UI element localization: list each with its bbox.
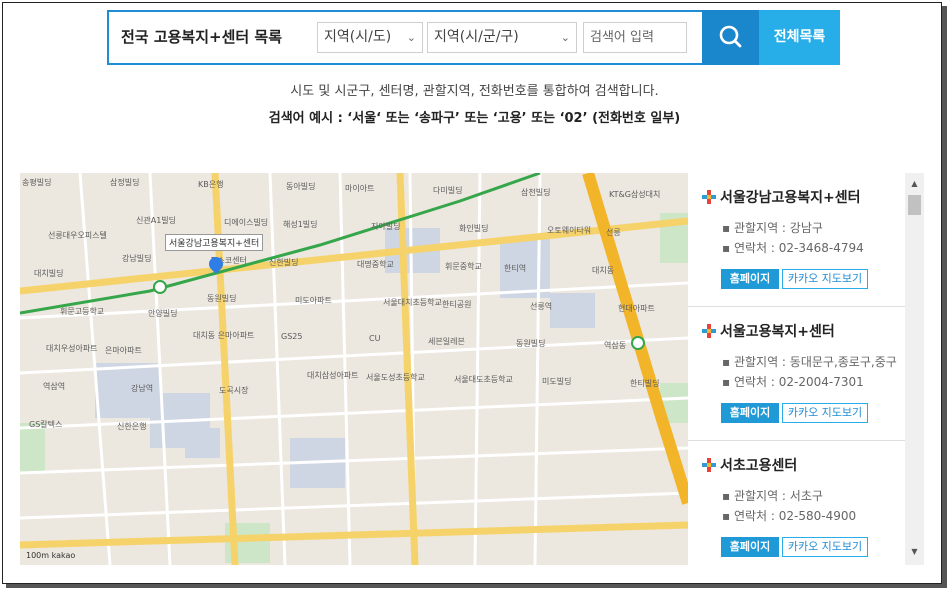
- search-example: 검색어 예시 : ‘서울‘ 또는 ‘송파구’ 또는 ‘고용’ 또는 ‘02’ (…: [268, 111, 681, 126]
- search-icon: [719, 25, 742, 48]
- center-name: 서초고용센터: [720, 458, 798, 474]
- map-label: 삼천빌딩: [521, 188, 551, 197]
- list-item: 서울고용복지+센터 ▪ 관할지역 : 동대문구,종로구,중구 ▪ 연락처 : 0…: [688, 307, 906, 441]
- frame-shadow: [6, 584, 947, 588]
- map-label: 휘문중학교: [445, 261, 482, 271]
- map-label: 마이아트: [345, 184, 375, 193]
- map-label: 신한빌딩: [269, 257, 299, 267]
- map-label: 서울대치초등학교: [383, 297, 442, 307]
- map-label: 은마아파트: [105, 346, 142, 356]
- map-label: 해성1빌딩: [283, 219, 318, 229]
- chevron-down-icon: ⌄: [560, 31, 570, 44]
- map-label: 오토웨이타워: [547, 225, 592, 235]
- map-label: 도곡시장: [219, 386, 249, 396]
- map-label: 동원빌딩: [516, 339, 546, 349]
- map-label: 역삼동: [604, 341, 627, 351]
- kakao-map-button[interactable]: 카카오 지도보기: [782, 403, 868, 423]
- region-select-value: 지역(시/도): [324, 29, 392, 45]
- center-list[interactable]: 서울강남고용복지+센터 ▪ 관할지역 : 강남구 ▪ 연락처 : 02-3468…: [688, 173, 924, 565]
- region-select[interactable]: 지역(시/도) ⌄: [317, 22, 423, 53]
- map-label: 선릉대우오피스텔: [48, 230, 107, 240]
- chevron-down-icon: ⌄: [406, 31, 416, 44]
- map-label: 미도아파트: [295, 295, 332, 305]
- map-label: 미도빌딩: [542, 377, 572, 387]
- map-label: 삼정빌딩: [110, 178, 140, 187]
- map-label: 지아빌딩: [371, 221, 401, 231]
- center-phone: ▪ 연락처 : 02-580-4900: [722, 509, 857, 523]
- center-jurisdiction: ▪ 관할지역 : 동대문구,종로구,중구: [722, 355, 897, 369]
- page-title: 전국 고용복지+센터 목록: [121, 28, 283, 46]
- map-label: 한티빌딩: [630, 379, 660, 389]
- all-list-button[interactable]: 전체목록: [759, 10, 840, 65]
- search-button[interactable]: [702, 10, 759, 65]
- list-item: 서초고용센터 ▪ 관할지역 : 서초구 ▪ 연락처 : 02-580-4900 …: [688, 441, 906, 565]
- map-label: 안양빌딩: [148, 308, 178, 318]
- list-item: 서울강남고용복지+센터 ▪ 관할지역 : 강남구 ▪ 연락처 : 02-3468…: [688, 173, 906, 307]
- district-select[interactable]: 지역(시/군/구) ⌄: [427, 22, 577, 53]
- center-phone: ▪ 연락처 : 02-2004-7301: [722, 375, 864, 389]
- search-input[interactable]: [583, 22, 687, 53]
- map-label: 현대아파트: [618, 303, 655, 313]
- map-scale: 100m kakao: [26, 551, 75, 560]
- map-label: 세븐일레븐: [428, 337, 465, 347]
- map-label: 대명중학교: [357, 259, 394, 269]
- map-label: 한티역: [504, 263, 527, 273]
- scale-label: 100m: [26, 551, 50, 560]
- kakao-map-button[interactable]: 카카오 지도보기: [782, 269, 868, 289]
- center-name: 서울고용복지+센터: [720, 324, 835, 340]
- map-label: 휘문고등학교: [60, 306, 105, 316]
- map-label: KB은행: [198, 180, 224, 189]
- search-description: 시도 및 시군구, 센터명, 관할지역, 전화번호를 통합하여 검색합니다.: [290, 84, 659, 99]
- map-label: KT&G삼성대치: [609, 190, 661, 199]
- map-label: GS칼텍스: [29, 420, 63, 430]
- map-label: 선릉: [606, 227, 621, 237]
- map-label: 강남빌딩: [122, 253, 152, 263]
- center-jurisdiction: ▪ 관할지역 : 강남구: [722, 221, 823, 235]
- scroll-up-icon[interactable]: ▲: [905, 177, 924, 191]
- map-label: CU: [369, 334, 381, 344]
- list-scrollbar[interactable]: ▲ ▼: [905, 173, 924, 565]
- map-label: 선릉역: [530, 301, 553, 311]
- map-label: GS25: [281, 332, 303, 342]
- homepage-button[interactable]: 홈페이지: [721, 537, 779, 557]
- map-label: 동원빌딩: [207, 293, 237, 303]
- map-view[interactable]: 송평빌딩 삼정빌딩 KB은행 동아빌딩 마이아트 다미빌딩 삼천빌딩 KT&G삼성대치선릉대우…: [20, 173, 688, 565]
- map-label: 강남역: [131, 384, 154, 394]
- map-marker-label[interactable]: 서울강남고용복지+센터: [165, 234, 264, 251]
- map-label: 디에이스빌딩: [224, 217, 269, 227]
- map-label: 화인빌딩: [459, 223, 489, 233]
- map-label: 대치동 은마아파트: [193, 331, 255, 341]
- map-label: 서울대도초등학교: [454, 375, 513, 385]
- center-phone: ▪ 연락처 : 02-3468-4794: [722, 241, 864, 255]
- search-bar: 전국 고용복지+센터 목록 지역(시/도) ⌄ 지역(시/군/구) ⌄ 전체목록: [107, 10, 840, 65]
- plus-logo-icon: [702, 458, 716, 472]
- homepage-button[interactable]: 홈페이지: [721, 403, 779, 423]
- homepage-button[interactable]: 홈페이지: [721, 269, 779, 289]
- kakao-logo: kakao: [51, 551, 76, 560]
- map-label: 동아빌딩: [286, 182, 316, 191]
- map-label: 대치우성아파트: [46, 344, 98, 354]
- map-label: 대치빌딩: [34, 268, 64, 278]
- center-name: 서울강남고용복지+센터: [720, 190, 861, 206]
- scroll-down-icon[interactable]: ▼: [905, 545, 924, 559]
- center-jurisdiction: ▪ 관할지역 : 서초구: [722, 489, 823, 503]
- district-select-value: 지역(시/군/구): [434, 29, 519, 45]
- map-label: 역삼역: [43, 382, 66, 392]
- kakao-map-button[interactable]: 카카오 지도보기: [782, 537, 868, 557]
- map-label: 대치삼성아파트: [307, 371, 359, 381]
- map-label: 신한은행: [117, 422, 147, 432]
- map-label: 대치동: [592, 265, 615, 275]
- map-label: 신관A1빌딩: [136, 215, 177, 225]
- map-label: 다미빌딩: [433, 186, 463, 195]
- map-label: 서울도성초등학교: [366, 373, 425, 383]
- map-label: 한티공원: [442, 299, 472, 309]
- plus-logo-icon: [702, 190, 716, 204]
- scroll-thumb[interactable]: [908, 195, 921, 215]
- map-label: 송평빌딩: [22, 178, 52, 187]
- plus-logo-icon: [702, 324, 716, 338]
